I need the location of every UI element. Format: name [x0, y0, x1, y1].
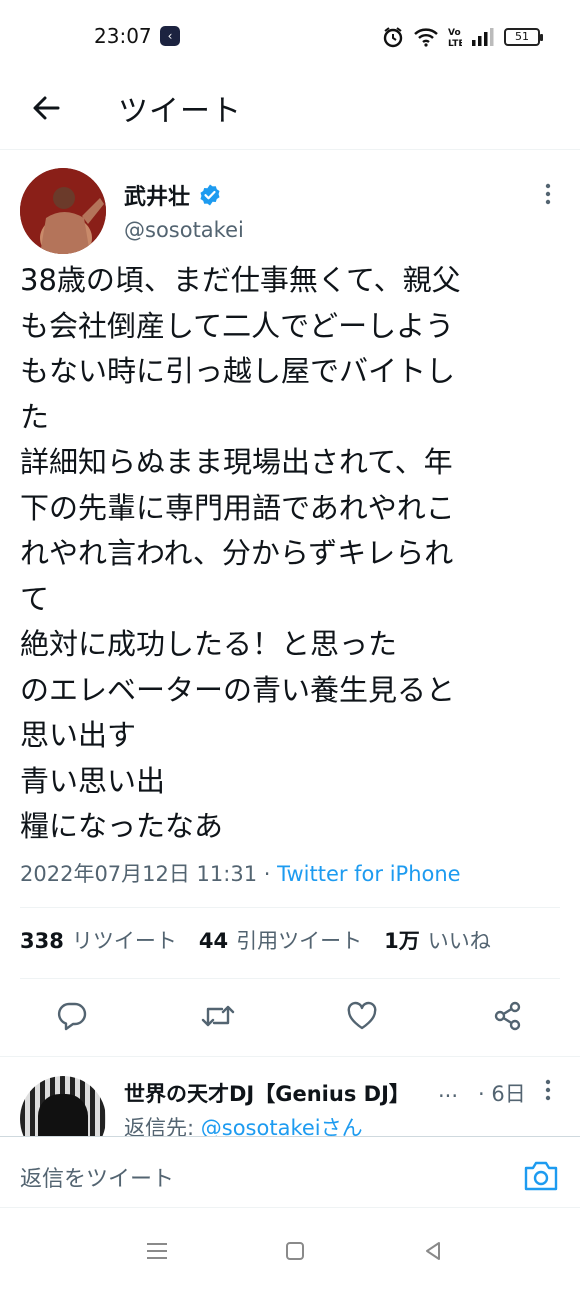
- reply-icon[interactable]: [52, 994, 92, 1038]
- tweet-text-line: 青い思い出: [20, 763, 166, 798]
- tweet-text-line: のエレベーターの青い養生見ると: [20, 672, 456, 707]
- tweet-text-line: 絶対に成功したる！と思った: [20, 627, 398, 661]
- home-icon[interactable]: [282, 1238, 308, 1264]
- tweet-text-line: もない時に引っ越し屋でバイトし: [20, 354, 456, 388]
- like-icon[interactable]: [342, 994, 382, 1038]
- author-handle[interactable]: @sosotakei: [124, 218, 244, 242]
- retweets-label: リツイート: [71, 929, 177, 953]
- signal-icon: [472, 28, 494, 46]
- tweet-meta: 2022年07月12日 11:31 · Twitter for iPhone: [20, 858, 461, 888]
- tweet-text-line: れやれ言われ、分からずキレられ: [20, 536, 454, 570]
- alarm-icon: [382, 26, 404, 48]
- author-avatar[interactable]: [20, 168, 106, 254]
- status-bar: 23:07 ‹ Vo LTE 51: [0, 0, 580, 72]
- quotes-stat[interactable]: 44 引用ツイート: [199, 925, 362, 955]
- app-notification-icon: ‹: [160, 26, 180, 46]
- tweet-text-line: た: [20, 399, 50, 434]
- retweets-count: 338: [20, 929, 64, 953]
- likes-count: 1万: [384, 929, 420, 953]
- reply-author-name[interactable]: 世界の天才DJ【Genius DJ】: [124, 1078, 410, 1108]
- likes-stat[interactable]: 1万 いいね: [384, 925, 491, 955]
- reply-more-options-icon[interactable]: [538, 1076, 558, 1106]
- tweet-text-line: て: [20, 581, 50, 616]
- status-time: 23:07: [94, 24, 152, 48]
- battery-icon: 51: [504, 28, 543, 46]
- retweets-stat[interactable]: 338 リツイート: [20, 925, 177, 955]
- back-arrow-icon[interactable]: [26, 88, 66, 128]
- wifi-icon: [414, 27, 438, 47]
- reply-input[interactable]: 返信をツイート: [20, 1161, 174, 1193]
- top-app-bar: ツイート: [0, 72, 580, 150]
- tweet-action-bar: [0, 994, 580, 1044]
- system-navigation-bar: [0, 1208, 580, 1289]
- more-options-icon[interactable]: [538, 180, 558, 210]
- tweet-text-line: 下の先輩に専門用語であれやれこ: [20, 490, 455, 525]
- page-title: ツイート: [118, 94, 242, 129]
- author-name-text[interactable]: 武井壮: [124, 179, 190, 211]
- quotes-count: 44: [198, 929, 229, 953]
- tweet-text-line: 糧になったなあ: [20, 809, 224, 843]
- tweet-text-line: も会社倒産して二人でどーしよう: [20, 308, 455, 343]
- likes-label: いいね: [427, 929, 491, 953]
- reply-name-truncation: ...: [438, 1078, 459, 1102]
- divider: [20, 907, 560, 908]
- svg-text:LTE: LTE: [448, 39, 462, 48]
- author-name[interactable]: 武井壮: [124, 179, 222, 211]
- camera-icon[interactable]: [522, 1159, 560, 1193]
- divider: [0, 1056, 580, 1057]
- volte-icon: Vo LTE: [448, 26, 462, 48]
- menu-icon[interactable]: [144, 1238, 170, 1264]
- tweet-timestamp[interactable]: 2022年07月12日 11:31 ·: [20, 862, 277, 886]
- tweet-text-line: 38歳の頃、まだ仕事無くて、親父: [20, 263, 461, 297]
- tweet-text-line: 思い出す: [20, 718, 137, 752]
- divider: [20, 978, 560, 979]
- svg-text:Vo: Vo: [448, 28, 461, 38]
- reply-compose-bar[interactable]: 返信をツイート: [0, 1136, 580, 1208]
- verified-badge-icon: [198, 183, 222, 207]
- status-icons: Vo LTE 51: [382, 24, 543, 50]
- retweet-icon[interactable]: [198, 994, 238, 1038]
- tweet-source-link[interactable]: Twitter for iPhone: [277, 862, 461, 886]
- tweet-text-line: 詳細知らぬまま現場出されて、年: [20, 445, 453, 479]
- quotes-label: 引用ツイート: [236, 929, 363, 953]
- tweet-stats: 338 リツイート 44 引用ツイート 1万 いいね: [20, 925, 491, 955]
- back-icon[interactable]: [420, 1238, 446, 1264]
- reply-time: · 6日: [478, 1082, 526, 1106]
- tweet-body: 38歳の頃、まだ仕事無くて、親父 も会社倒産して二人でどーしよう もない時に引っ…: [20, 258, 565, 850]
- share-icon[interactable]: [488, 994, 528, 1038]
